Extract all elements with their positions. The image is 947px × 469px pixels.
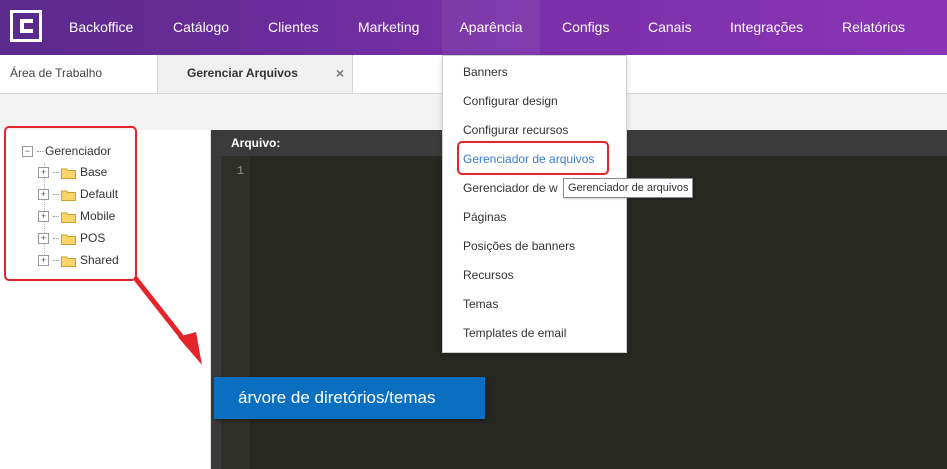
menu-item-temas[interactable]: Temas — [463, 294, 498, 314]
annotation-callout: árvore de diretórios/temas — [214, 377, 485, 419]
tooltip: Gerenciador de arquivos — [563, 178, 694, 198]
nav-item-catalogo[interactable]: Catálogo — [173, 0, 229, 55]
tab-label: Área de Trabalho — [10, 66, 103, 80]
tab-gerenciar-arquivos[interactable]: Gerenciar Arquivos × — [157, 55, 353, 93]
nav-item-integracoes[interactable]: Integrações — [730, 0, 803, 55]
menu-item-gerenciador-de-widgets[interactable]: Gerenciador de w — [463, 178, 558, 198]
menu-item-posicoes-de-banners[interactable]: Posições de banners — [463, 236, 575, 256]
red-arrow-icon — [133, 276, 202, 365]
menu-item-paginas[interactable]: Páginas — [463, 207, 506, 227]
nav-item-marketing[interactable]: Marketing — [358, 0, 419, 55]
aparencia-dropdown-menu: Banners Configurar design Configurar rec… — [442, 55, 627, 353]
menu-item-banners[interactable]: Banners — [463, 62, 508, 82]
editor-gutter: 1 — [221, 156, 250, 469]
tree-highlight-box — [4, 126, 137, 281]
top-navbar: Backoffice Catálogo Clientes Marketing A… — [0, 0, 947, 55]
menu-item-templates-de-email[interactable]: Templates de email — [463, 323, 566, 343]
nav-item-backoffice[interactable]: Backoffice — [69, 0, 133, 55]
tab-area-de-trabalho[interactable]: Área de Trabalho — [10, 55, 102, 93]
line-number: 1 — [236, 164, 244, 178]
c-logo-icon[interactable] — [10, 10, 42, 42]
menu-item-configurar-design[interactable]: Configurar design — [463, 91, 558, 111]
close-icon[interactable]: × — [336, 55, 344, 91]
nav-item-configs[interactable]: Configs — [562, 0, 609, 55]
nav-item-relatorios[interactable]: Relatórios — [842, 0, 905, 55]
nav-item-canais[interactable]: Canais — [648, 0, 692, 55]
tab-label: Gerenciar Arquivos — [187, 66, 298, 80]
nav-item-aparencia[interactable]: Aparência — [442, 0, 540, 55]
menu-item-configurar-recursos[interactable]: Configurar recursos — [463, 120, 568, 140]
menu-highlight-box — [457, 141, 609, 175]
menu-item-recursos[interactable]: Recursos — [463, 265, 514, 285]
nav-item-clientes[interactable]: Clientes — [268, 0, 319, 55]
